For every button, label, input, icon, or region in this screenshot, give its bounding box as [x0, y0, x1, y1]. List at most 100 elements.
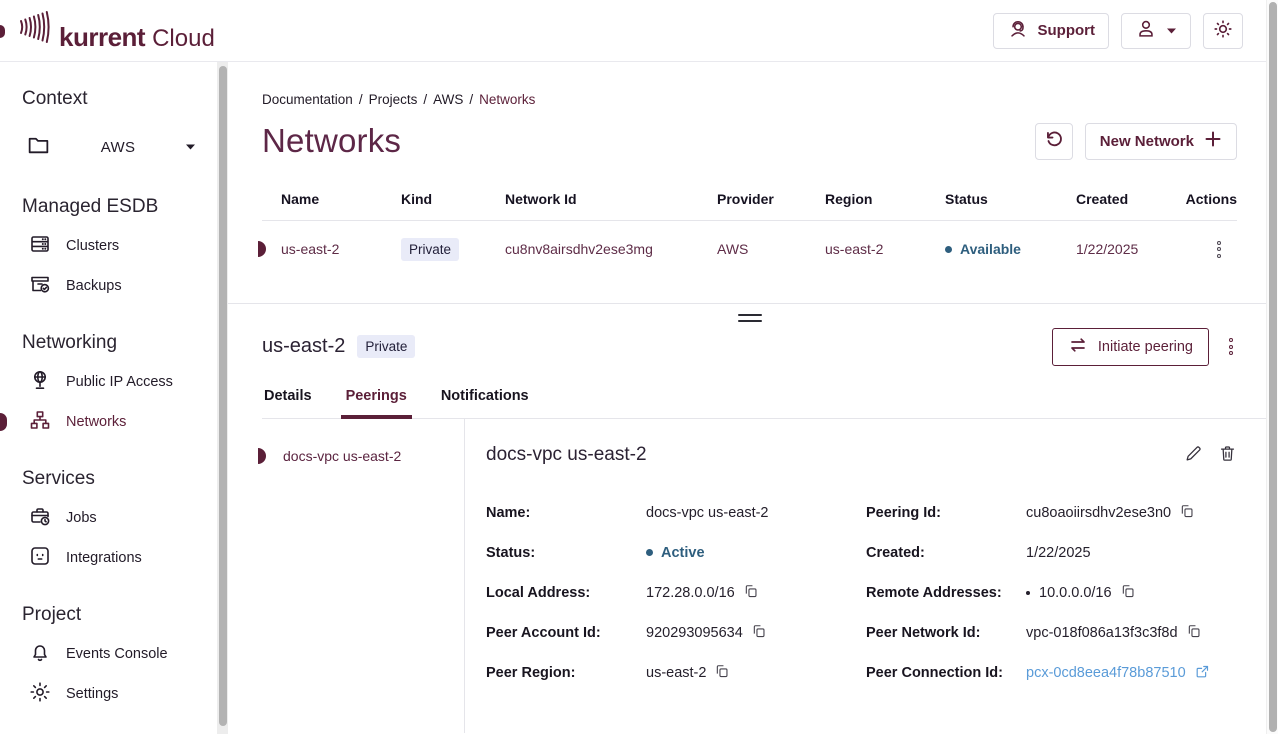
- support-button[interactable]: Support: [993, 13, 1110, 49]
- field-label-peering-id: Peering Id:: [866, 493, 1026, 533]
- sidebar-item-settings[interactable]: Settings: [22, 674, 217, 714]
- column-header-network-id: Network Id: [505, 191, 717, 207]
- briefcase-clock-icon: [28, 504, 52, 532]
- caret-down-icon: [185, 138, 196, 156]
- logo-wordmark: kurrent: [59, 22, 145, 53]
- context-selector[interactable]: AWS: [26, 132, 196, 162]
- trash-icon: [1218, 444, 1237, 466]
- plus-icon: [1204, 130, 1222, 152]
- new-network-button[interactable]: New Network: [1085, 123, 1237, 160]
- kurrent-cloud-logo[interactable]: kurrent Cloud: [18, 8, 215, 53]
- breadcrumb-part[interactable]: Documentation: [262, 92, 353, 107]
- copy-peer-region-button[interactable]: [715, 664, 729, 681]
- peering-title: docs-vpc us-east-2: [486, 444, 647, 466]
- sidebar-item-label: Networks: [66, 414, 126, 430]
- copy-icon: [1121, 584, 1135, 601]
- field-value-status: Active: [661, 545, 705, 561]
- selected-row-marker: [258, 241, 266, 257]
- breadcrumb-separator: /: [469, 92, 473, 107]
- header-actions: Support: [993, 13, 1244, 49]
- row-actions-menu-button[interactable]: [1213, 237, 1225, 262]
- sidebar-section-project: Project Events Console Settings: [22, 604, 217, 714]
- external-link-icon: [1195, 664, 1210, 682]
- sidebar-item-integrations[interactable]: Integrations: [22, 538, 217, 578]
- status-dot: [646, 549, 653, 556]
- field-label-peer-region: Peer Region:: [486, 653, 646, 693]
- peering-detail: docs-vpc us-east-2: [465, 419, 1266, 733]
- main-content: Documentation/Projects/AWS/Networks Netw…: [228, 62, 1266, 734]
- kind-badge: Private: [401, 238, 459, 261]
- initiate-peering-button[interactable]: Initiate peering: [1052, 328, 1209, 366]
- column-header-region: Region: [825, 191, 945, 207]
- panel-divider: [228, 303, 1266, 304]
- sidebar-section-managed-esdb: Managed ESDB Clusters: [22, 196, 217, 306]
- panel-drag-handle[interactable]: [738, 314, 762, 322]
- initiate-peering-label: Initiate peering: [1098, 339, 1193, 355]
- copy-peer-account-id-button[interactable]: [752, 624, 766, 641]
- breadcrumb-part[interactable]: AWS: [433, 92, 463, 107]
- peering-list-item[interactable]: docs-vpc us-east-2: [228, 441, 464, 471]
- section-heading-networking: Networking: [22, 332, 217, 354]
- pencil-icon: [1184, 444, 1203, 466]
- tab-notifications[interactable]: Notifications: [439, 380, 531, 418]
- sidebar-item-networks[interactable]: Networks: [22, 402, 217, 442]
- window-scrollbar-thumb[interactable]: [1269, 2, 1277, 732]
- context-selector-value: AWS: [51, 139, 185, 156]
- user-menu-button[interactable]: [1121, 13, 1191, 49]
- refresh-button[interactable]: [1035, 123, 1073, 160]
- sidebar: Context AWS Managed ESDB: [0, 62, 217, 734]
- status-dot: [945, 246, 952, 253]
- sidebar-item-label: Jobs: [66, 510, 97, 526]
- copy-remote-addresses-button[interactable]: [1121, 584, 1135, 601]
- field-label-local-address: Local Address:: [486, 573, 646, 613]
- selected-peering-marker: [258, 448, 266, 464]
- breadcrumb-part[interactable]: Projects: [369, 92, 418, 107]
- field-value-peer-region: us-east-2: [646, 665, 706, 681]
- table-row[interactable]: us-east-2 Private cu8nv8airsdhv2ese3mg A…: [262, 221, 1237, 277]
- sidebar-item-clusters[interactable]: Clusters: [22, 226, 217, 266]
- support-label: Support: [1038, 22, 1096, 39]
- delete-peering-button[interactable]: [1218, 444, 1237, 466]
- copy-peering-id-button[interactable]: [1180, 504, 1194, 521]
- sidebar-item-events-console[interactable]: Events Console: [22, 634, 217, 674]
- field-label-peer-network-id: Peer Network Id:: [866, 613, 1026, 653]
- section-heading-services: Services: [22, 468, 217, 490]
- server-stack-icon: [28, 232, 52, 260]
- breadcrumb-separator: /: [359, 92, 363, 107]
- field-value-created: 1/22/2025: [1026, 533, 1237, 573]
- field-label-remote-addresses: Remote Addresses:: [866, 573, 1026, 613]
- sidebar-section-context: Context AWS: [22, 88, 217, 162]
- list-bullet: [1026, 591, 1030, 595]
- tab-peerings[interactable]: Peerings: [344, 380, 409, 418]
- window-scrollbar[interactable]: [1266, 0, 1278, 734]
- column-header-status: Status: [945, 191, 1076, 207]
- sidebar-item-jobs[interactable]: Jobs: [22, 498, 217, 538]
- sidebar-scrollbar[interactable]: [217, 62, 228, 734]
- theme-toggle-button[interactable]: [1203, 13, 1243, 49]
- open-peer-connection-button[interactable]: [1195, 664, 1210, 682]
- peering-fields: Name: docs-vpc us-east-2 Peering Id: cu8…: [486, 493, 1237, 693]
- globe-stand-icon: [28, 368, 52, 396]
- breadcrumb-current: Networks: [479, 92, 535, 107]
- caret-down-icon: [1166, 22, 1177, 39]
- column-header-provider: Provider: [717, 191, 825, 207]
- edit-peering-button[interactable]: [1184, 444, 1203, 466]
- sidebar-scrollbar-thumb[interactable]: [219, 66, 227, 726]
- copy-peer-network-id-button[interactable]: [1187, 624, 1201, 641]
- field-value-local-address: 172.28.0.0/16: [646, 585, 735, 601]
- field-value-peer-network-id: vpc-018f086a13f3c3f8d: [1026, 625, 1178, 641]
- sidebar-item-label: Integrations: [66, 550, 142, 566]
- peer-connection-id-link[interactable]: pcx-0cd8eea4f78b87510: [1026, 665, 1186, 681]
- sun-icon: [1212, 18, 1234, 44]
- tab-details[interactable]: Details: [262, 380, 314, 418]
- sidebar-item-backups[interactable]: Backups: [22, 266, 217, 306]
- app-window: kurrent Cloud Support: [0, 0, 1278, 734]
- headset-icon: [1007, 18, 1029, 44]
- copy-local-address-button[interactable]: [744, 584, 758, 601]
- network-actions-menu-button[interactable]: [1225, 334, 1237, 359]
- top-bar: kurrent Cloud Support: [0, 0, 1278, 62]
- column-header-created: Created: [1076, 191, 1183, 207]
- sidebar-item-label: Settings: [66, 686, 118, 702]
- sidebar-item-public-ip-access[interactable]: Public IP Access: [22, 362, 217, 402]
- kurrent-waves-icon: [18, 8, 54, 51]
